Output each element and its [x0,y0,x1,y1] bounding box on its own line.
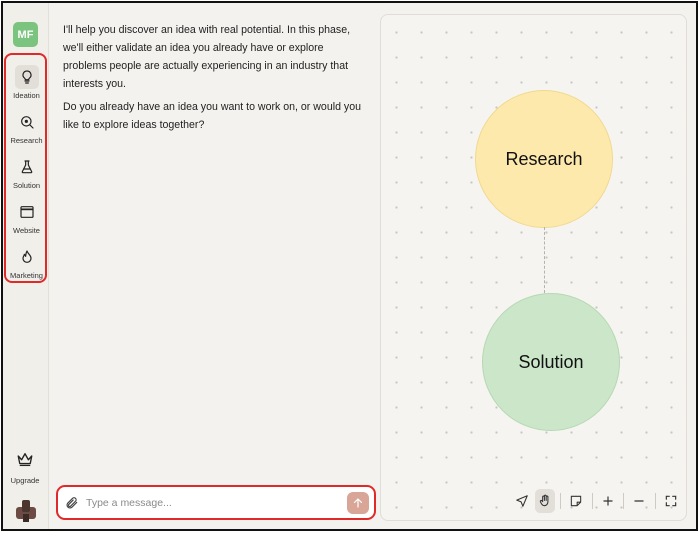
sidebar-item-website[interactable]: Website [8,196,45,236]
crown-icon [16,451,34,472]
toolbar-divider [591,493,593,509]
toolbar-divider [654,493,656,509]
send-button[interactable] [347,491,369,514]
node-label: Solution [518,351,584,372]
message-paragraph: I'll help you discover an idea with real… [63,24,351,90]
sidebar-item-ideation[interactable]: Ideation [8,61,45,101]
avatar[interactable]: MF [13,22,38,47]
magnifier-icon [15,110,39,134]
app-window: MF Ideation Research Solution Website Ma… [1,1,698,531]
sidebar-item-research[interactable]: Research [8,106,45,146]
zoom-out-icon[interactable] [629,489,650,513]
user-profile-icon[interactable] [13,497,39,523]
node-label: Research [505,148,583,169]
research-node[interactable]: Research [475,90,613,228]
mind-map-canvas[interactable]: Research Solution [380,14,687,521]
flame-icon [15,245,39,269]
solution-node[interactable]: Solution [482,293,620,431]
canvas-toolbar [508,486,685,516]
phase-nav: Ideation Research Solution Website Marke… [4,53,47,283]
sidebar-item-label: Ideation [13,91,40,100]
toolbar-divider [560,493,562,509]
paperclip-icon[interactable] [64,495,80,511]
sticky-note-icon[interactable] [566,489,587,513]
sidebar-item-label: Research [10,136,43,145]
hand-icon[interactable] [534,489,556,513]
zoom-in-icon[interactable] [598,489,619,513]
toolbar-divider [623,493,624,509]
upgrade-button[interactable]: Upgrade [5,451,45,485]
fullscreen-icon[interactable] [660,489,681,513]
chat-panel: I'll help you discover an idea with real… [50,3,380,529]
sidebar-item-label: Marketing [10,271,43,280]
lightbulb-icon [14,65,39,89]
sidebar-item-label: Website [13,226,40,235]
message-input[interactable] [86,496,347,509]
arrow-up-icon [353,497,363,508]
node-connector [544,227,545,293]
upgrade-label: Upgrade [10,476,40,485]
sidebar-item-solution[interactable]: Solution [8,151,45,191]
sidebar: MF Ideation Research Solution Website Ma… [3,3,49,529]
flask-icon [15,155,39,179]
message-paragraph: Do you already have an idea you want to … [63,101,361,131]
assistant-message: I'll help you discover an idea with real… [63,21,368,139]
navigate-icon[interactable] [512,489,533,513]
sidebar-item-label: Solution [12,181,41,190]
browser-window-icon [15,200,39,224]
message-composer [56,485,376,520]
sidebar-item-marketing[interactable]: Marketing [8,241,45,281]
